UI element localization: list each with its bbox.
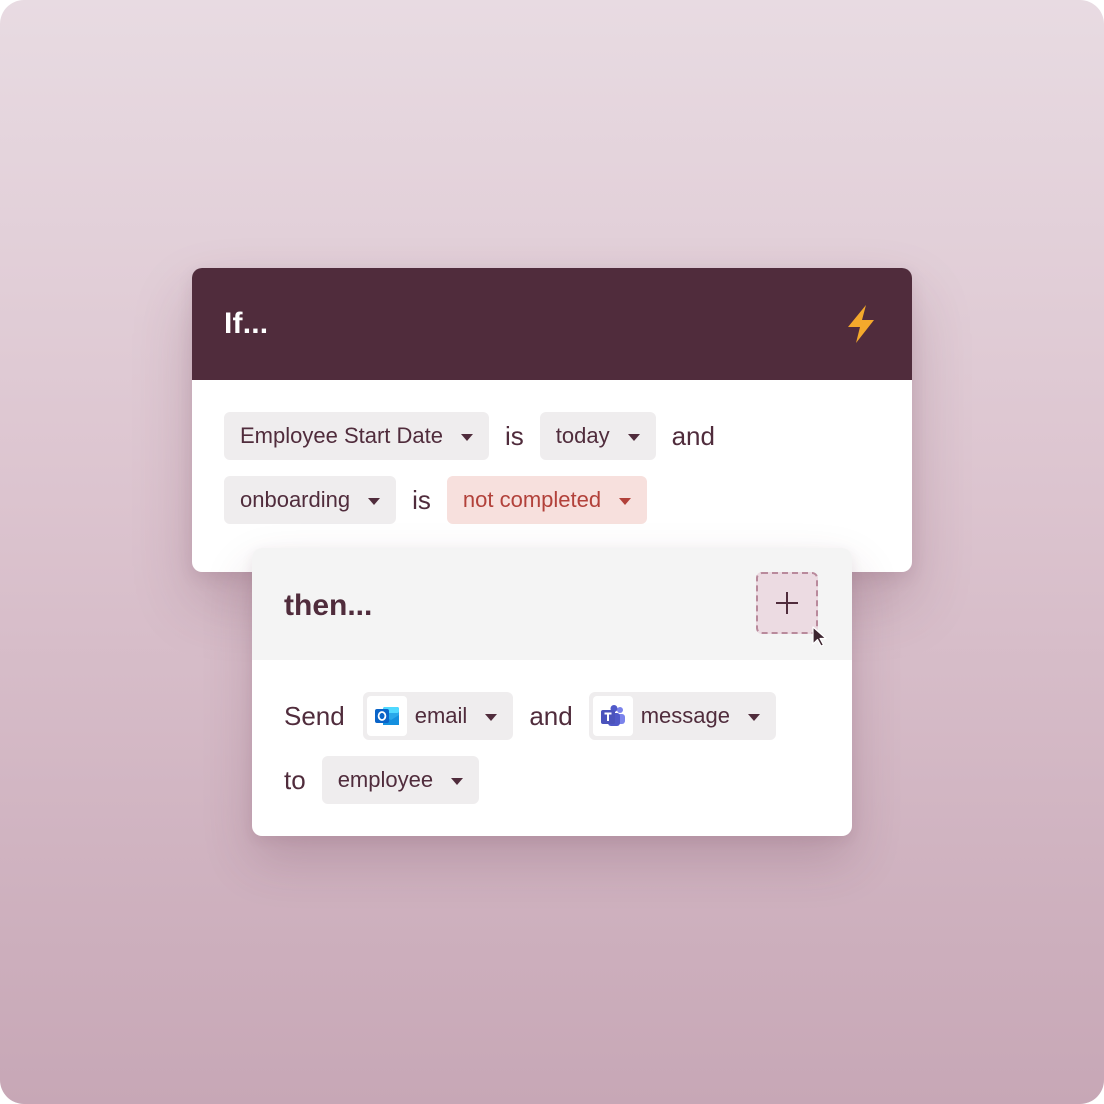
field-dropdown-onboarding[interactable]: onboarding bbox=[224, 476, 397, 524]
if-condition-row-1: Employee Start Date is today and bbox=[224, 412, 715, 460]
then-action-row-1: Send email and message bbox=[284, 692, 776, 740]
channel-dropdown-email[interactable]: email bbox=[362, 692, 514, 740]
value-dropdown-not-completed[interactable]: not completed bbox=[446, 476, 648, 524]
if-card-header: If... bbox=[192, 268, 912, 380]
chevron-down-icon bbox=[460, 433, 473, 441]
preposition-label: to bbox=[284, 764, 306, 795]
chevron-down-icon bbox=[368, 497, 381, 505]
chevron-down-icon bbox=[485, 713, 498, 721]
add-action-button[interactable] bbox=[756, 572, 818, 634]
recipient-dropdown-employee[interactable]: employee bbox=[321, 756, 480, 804]
value-dropdown-label: not completed bbox=[462, 487, 602, 512]
lightning-bolt-icon bbox=[844, 304, 878, 344]
value-dropdown-label: today bbox=[555, 423, 610, 448]
if-condition-card: If... Employee Start Date is today and o… bbox=[192, 268, 912, 572]
value-dropdown-today[interactable]: today bbox=[539, 412, 656, 460]
if-card-title: If... bbox=[224, 307, 269, 340]
if-condition-row-2: onboarding is not completed bbox=[224, 476, 648, 524]
chevron-down-icon bbox=[627, 433, 640, 441]
conjunction-label: and bbox=[671, 420, 715, 451]
chevron-down-icon bbox=[619, 497, 632, 505]
mouse-pointer-icon bbox=[812, 626, 827, 647]
outlook-icon bbox=[366, 696, 407, 736]
field-dropdown-start-date[interactable]: Employee Start Date bbox=[224, 412, 489, 460]
plus-icon bbox=[776, 592, 798, 614]
field-dropdown-label: Employee Start Date bbox=[240, 423, 443, 448]
operator-label: is bbox=[412, 484, 431, 515]
recipient-dropdown-label: employee bbox=[337, 767, 434, 792]
teams-icon bbox=[592, 696, 633, 736]
chevron-down-icon bbox=[747, 713, 760, 721]
then-action-row-2: to employee bbox=[284, 756, 480, 804]
conjunction-label: and bbox=[529, 700, 573, 731]
chevron-down-icon bbox=[451, 777, 464, 785]
channel-dropdown-label: message bbox=[640, 703, 730, 728]
then-action-card: then... Send email and message to employ… bbox=[252, 548, 852, 836]
operator-label: is bbox=[504, 420, 524, 451]
field-dropdown-label: onboarding bbox=[240, 487, 351, 512]
then-card-title: then... bbox=[284, 589, 373, 622]
action-verb-label: Send bbox=[284, 700, 345, 731]
channel-dropdown-message[interactable]: message bbox=[588, 692, 776, 740]
channel-dropdown-label: email bbox=[414, 703, 468, 728]
then-card-header: then... bbox=[252, 548, 852, 660]
background-canvas: If... Employee Start Date is today and o… bbox=[0, 0, 1104, 1104]
